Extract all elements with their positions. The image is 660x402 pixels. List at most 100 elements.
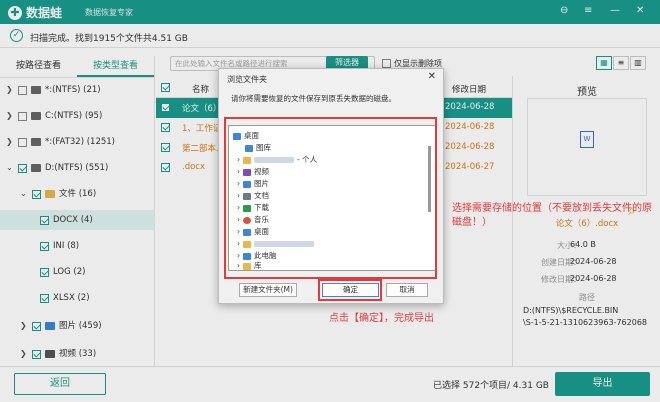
tab-by-path[interactable]: 按路径查看 bbox=[0, 56, 77, 77]
tree-item-label: XLSX (2) bbox=[53, 293, 90, 303]
confirm-note: 点击【确定】，完成导出 bbox=[329, 313, 434, 324]
frog-logo-icon: ✚ bbox=[8, 5, 22, 20]
checkbox[interactable] bbox=[40, 267, 49, 277]
checkbox[interactable] bbox=[32, 189, 41, 199]
highlight-ok-button bbox=[318, 279, 382, 301]
checkbox[interactable] bbox=[40, 241, 49, 251]
file-date: 2024-06-28 bbox=[445, 142, 495, 152]
word-document-icon: W bbox=[580, 131, 594, 148]
menu-icon[interactable]: ≡ bbox=[584, 5, 592, 16]
checkbox[interactable] bbox=[32, 321, 41, 331]
detail-view-icon[interactable]: ▥ bbox=[630, 56, 646, 70]
chevron-down-icon[interactable]: ⌄ bbox=[20, 184, 28, 204]
user-icon[interactable]: ⊖ bbox=[560, 5, 568, 16]
file-date: 2024-06-27 bbox=[445, 162, 495, 172]
dialog-message: 请你将需要恢复的文件保存到原丢失数据的磁盘。 bbox=[231, 94, 396, 103]
chevron-right-icon[interactable]: ❯ bbox=[20, 316, 28, 336]
disk-icon bbox=[31, 112, 41, 120]
check-circle-icon: ✓ bbox=[10, 29, 23, 42]
checkbox[interactable] bbox=[161, 103, 170, 112]
tree-item-drive[interactable]: ❯ *:(FAT32) (1251) bbox=[6, 132, 115, 152]
tree-item-label: 文件 (16) bbox=[59, 189, 97, 199]
name-column-header[interactable]: 名称 bbox=[192, 83, 209, 95]
tree-item-label: DOCX (4) bbox=[53, 215, 93, 225]
preview-title: 预览 bbox=[577, 87, 597, 98]
checkbox[interactable] bbox=[161, 143, 170, 152]
checkbox[interactable] bbox=[40, 215, 49, 225]
path-line: D:(NTFS)\$RECYCLE.BIN bbox=[523, 306, 619, 315]
disk-icon bbox=[31, 86, 41, 94]
checkbox[interactable] bbox=[382, 59, 391, 68]
view-tabs: 按路径查看 按类型查看 bbox=[0, 56, 154, 78]
tree-item-drive[interactable]: ❯ *:(NTFS) (21) bbox=[6, 80, 101, 100]
checkbox[interactable] bbox=[18, 163, 27, 173]
tree-item-label: D:(NTFS) (551) bbox=[45, 163, 109, 173]
minimize-icon[interactable]: — bbox=[610, 5, 620, 16]
preview-area: W ⌕ bbox=[527, 98, 647, 219]
modified-column-header[interactable]: 修改日期 bbox=[452, 83, 486, 95]
tree-item-videos[interactable]: ❯ 视频 (33) bbox=[20, 344, 96, 364]
video-icon bbox=[45, 350, 55, 358]
disk-icon bbox=[31, 138, 41, 146]
checkbox[interactable] bbox=[161, 163, 170, 172]
file-date: 2024-06-28 bbox=[445, 122, 495, 132]
tree-item-label: LOG (2) bbox=[53, 267, 86, 277]
checkbox[interactable] bbox=[18, 137, 27, 147]
list-view-icon[interactable]: ≡ bbox=[613, 56, 629, 70]
tree-item-ini[interactable]: INI (8) bbox=[40, 236, 79, 256]
title-bar: ✚ 数据蛙 数据恢复专家 ⊖ ≡ — ✕ bbox=[0, 0, 660, 24]
tree-item-images[interactable]: ❯ 图片 (459) bbox=[20, 316, 102, 336]
cancel-button[interactable]: 取消 bbox=[386, 283, 428, 297]
new-folder-button[interactable]: 新建文件夹(M) bbox=[239, 283, 297, 297]
tree-item-label: *:(FAT32) (1251) bbox=[45, 137, 115, 147]
checkbox[interactable] bbox=[32, 349, 41, 359]
chevron-right-icon[interactable]: ❯ bbox=[20, 344, 28, 364]
chevron-right-icon[interactable]: ❯ bbox=[6, 106, 14, 126]
dialog-title: 浏览文件夹 bbox=[227, 75, 267, 84]
tree-item-docx[interactable]: DOCX (4) bbox=[0, 210, 155, 230]
image-icon bbox=[45, 322, 55, 330]
checkbox[interactable] bbox=[18, 111, 27, 121]
checkbox[interactable] bbox=[40, 293, 49, 303]
tree-item-drive[interactable]: ❯ C:(NTFS) (95) bbox=[6, 106, 102, 126]
select-all-checkbox[interactable] bbox=[161, 83, 170, 92]
tree-item-label: C:(NTFS) (95) bbox=[45, 111, 103, 121]
app-logo: ✚ 数据蛙 bbox=[8, 4, 62, 21]
tree-item-drive-d[interactable]: ⌄ D:(NTFS) (551) bbox=[6, 158, 108, 178]
back-button[interactable]: 返回 bbox=[14, 373, 106, 395]
meta-value: 2024-06-28 bbox=[570, 274, 617, 283]
scan-status-text: 扫描完成。找到1915个文件共4.51 GB bbox=[30, 34, 188, 44]
tree-item-label: INI (8) bbox=[53, 241, 80, 251]
tree-item-log[interactable]: LOG (2) bbox=[40, 262, 85, 282]
tree-item-label: 视频 (33) bbox=[59, 349, 97, 359]
meta-value: 64.0 B bbox=[570, 240, 596, 249]
file-name: 论文（6） bbox=[182, 104, 222, 114]
folder-icon bbox=[45, 190, 55, 198]
export-button[interactable]: 导出 bbox=[555, 372, 650, 396]
tree-item-label: *:(NTFS) (21) bbox=[45, 85, 101, 95]
tab-by-type[interactable]: 按类型查看 bbox=[77, 56, 154, 77]
tree-item-label: 图片 (459) bbox=[59, 321, 102, 331]
app-name: 数据蛙 bbox=[26, 6, 63, 20]
chevron-right-icon[interactable]: ❯ bbox=[6, 80, 14, 100]
app-subtitle: 数据恢复专家 bbox=[85, 8, 133, 17]
path-line: \S-1-5-21-1310623963-762068 bbox=[523, 318, 648, 327]
meta-value: 2024-06-28 bbox=[570, 257, 617, 266]
chevron-down-icon[interactable]: ⌄ bbox=[6, 158, 14, 178]
path-label: 路径 bbox=[579, 293, 595, 302]
chevron-right-icon[interactable]: ❯ bbox=[6, 132, 14, 152]
checkbox[interactable] bbox=[18, 85, 27, 95]
selection-info: 已选择 572个项目/ 4.31 GB bbox=[433, 381, 549, 391]
close-icon[interactable]: ✕ bbox=[636, 5, 644, 16]
file-date: 2024-06-28 bbox=[445, 102, 495, 112]
left-panel: 按路径查看 按类型查看 ❯ *:(NTFS) (21) ❯ C:(NTFS) (… bbox=[0, 56, 155, 366]
scan-status-bar: ✓ 扫描完成。找到1915个文件共4.51 GB bbox=[0, 24, 660, 48]
tree-item-xlsx[interactable]: XLSX (2) bbox=[40, 288, 90, 308]
bottom-bar: 返回 已选择 572个项目/ 4.31 GB 导出 bbox=[0, 366, 660, 402]
checkbox[interactable] bbox=[161, 123, 170, 132]
close-icon[interactable]: ✕ bbox=[428, 71, 436, 82]
grid-view-icon[interactable]: ▦ bbox=[596, 56, 612, 70]
disk-icon bbox=[31, 164, 41, 172]
tree-item-files[interactable]: ⌄ 文件 (16) bbox=[20, 184, 96, 204]
highlight-folder-tree bbox=[224, 117, 437, 279]
